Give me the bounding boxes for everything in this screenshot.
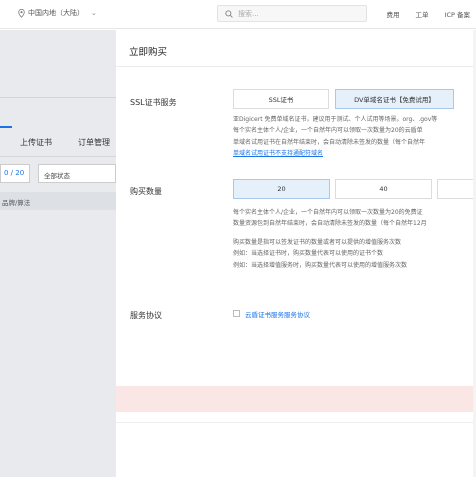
chevron-down-icon: ⌄ [91,9,97,17]
agreement-checkbox[interactable] [233,310,240,317]
tab-divider [0,156,116,157]
ssl-description: 亚Digicert 免费单域名证书，建议用于测试、个人试用等场景。org、.go… [233,114,437,160]
option-label: 40 [379,185,388,193]
status-filter-select[interactable]: 全部状态 [38,164,116,183]
quantity-label: 购买数量 [130,187,162,196]
note-line: 购买数量是指可以签发证书的数量或者可以提供的增值服务次数 [233,239,402,246]
option-label: SSL证书 [268,96,294,104]
desc-line: 每个实名主体个人/企业，一个自然年内可以领取一次数量为20的云盾单 [233,127,423,135]
desc-line: 单域名试用证书在自然年结束时，会自动清除未签发的数量（每个自然年 [233,138,426,146]
quantity-option-40[interactable]: 40 [335,179,432,199]
background-page: 上传证书 订单管理 0 / 20 全部状态 品牌/算法 [0,30,116,477]
desc-line: 数量资源包到自然年结束时，会自动清除未签发的数量（每个自然年12月 [233,220,427,228]
option-label: DV单域名证书【免费试用】 [354,96,435,104]
active-tab-indicator [0,126,12,128]
search-input[interactable]: 搜索... [217,5,367,22]
region-selector[interactable]: 中国内地（大陆） ⌄ [18,8,97,18]
desc-line: 每个实名主体个人/企业，一个自然年内可以领取一次数量为20的免费证 [233,209,423,216]
top-link-tickets[interactable]: 工单 [416,9,429,19]
search-icon [225,9,233,18]
tab-upload-certificate[interactable]: 上传证书 [20,137,52,148]
wildcard-not-supported-link[interactable]: 单域名试用证书不支持通配符域名 [233,148,437,159]
drawer-header-divider [116,66,476,67]
purchase-drawer: 立即购买 SSL证书服务 SSL证书 DV单域名证书【免费试用】 亚Digice… [116,30,476,477]
agreement-label: 服务协议 [130,311,162,320]
option-label: 20 [277,185,286,193]
option-ssl-certificate[interactable]: SSL证书 [233,89,329,109]
option-dv-free-trial[interactable]: DV单域名证书【免费试用】 [335,89,454,109]
notice-band [116,386,476,412]
divider [0,97,116,98]
location-pin-icon [18,8,25,18]
quantity-option-more[interactable] [437,179,476,199]
region-label: 中国内地（大陆） [28,9,84,17]
service-agreement-link[interactable]: 云盾证书服务服务协议 [245,309,310,319]
top-link-fees[interactable]: 费用 [387,9,400,19]
certificate-count-box: 0 / 20 [0,164,30,183]
search-placeholder: 搜索... [238,9,259,18]
quantity-description: 每个实名主体个人/企业，一个自然年内可以领取一次数量为20的免费证 数量资源包到… [233,207,427,230]
top-navigation-bar: 中国内地（大陆） ⌄ 搜索... 费用 工单 ICP 备案 [0,0,476,29]
quantity-option-20[interactable]: 20 [233,179,330,199]
top-links: 费用 工单 ICP 备案 [387,9,470,19]
ssl-service-label: SSL证书服务 [130,98,177,107]
drawer-title: 立即购买 [129,47,168,58]
quantity-notes: 购买数量是指可以签发证书的数量或者可以提供的增值服务次数 例如：当选择证书时，购… [233,237,407,271]
note-line: 例如：当选择增值服务时，购买数量代表可以使用的增值服务次数 [233,261,408,269]
tab-order-management[interactable]: 订单管理 [78,137,110,148]
footer-divider [116,422,476,423]
desc-line: 亚Digicert 免费单域名证书，建议用于测试、个人试用等场景。org、.go… [233,116,438,123]
table-header-brand: 品牌/算法 [0,192,116,210]
note-line: 例如：当选择证书时，购买数量代表可以使用的证书个数 [233,250,384,258]
top-link-icp[interactable]: ICP 备案 [445,9,470,19]
